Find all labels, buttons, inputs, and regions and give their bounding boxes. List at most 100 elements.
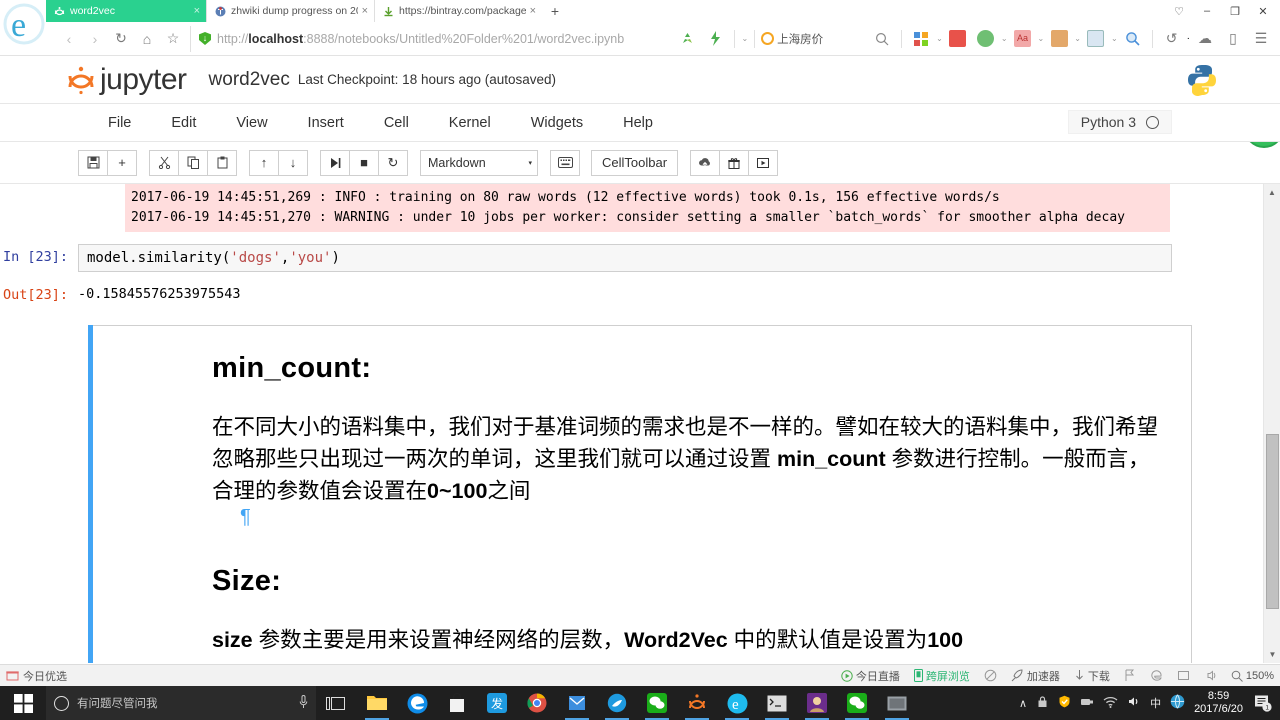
- status-mute-button[interactable]: [984, 669, 997, 682]
- notification-center-button[interactable]: 1: [1252, 692, 1274, 714]
- scrollbar-thumb[interactable]: [1266, 434, 1279, 609]
- gift-button[interactable]: [719, 149, 750, 176]
- home-icon[interactable]: ⌂: [134, 26, 160, 52]
- zoom-magnifier-icon[interactable]: [1120, 26, 1146, 52]
- search-icon[interactable]: [869, 26, 895, 52]
- menu-icon[interactable]: ☰: [1248, 26, 1274, 52]
- vertical-scrollbar[interactable]: ▲ ▼: [1263, 184, 1280, 663]
- menu-kernel[interactable]: Kernel: [429, 115, 511, 131]
- cell-type-select[interactable]: Markdown ▾: [420, 149, 538, 176]
- paste-cell-button[interactable]: [207, 149, 237, 176]
- taskbar-clock[interactable]: 8:59 2017/6/20: [1194, 690, 1243, 716]
- terminal-icon[interactable]: [758, 686, 796, 720]
- tray-chevron-icon[interactable]: ∧: [1019, 697, 1027, 710]
- interrupt-kernel-button[interactable]: ■: [349, 149, 379, 176]
- apps-grid-icon[interactable]: [908, 26, 934, 52]
- ime-indicator[interactable]: 中: [1150, 695, 1161, 711]
- jupyter-icon[interactable]: [678, 686, 716, 720]
- start-button[interactable]: [0, 686, 46, 720]
- chevron-down-icon[interactable]: ⌄: [1074, 34, 1081, 43]
- back-button[interactable]: ‹: [56, 26, 82, 52]
- foxmail-icon[interactable]: [558, 686, 596, 720]
- command-palette-button[interactable]: [550, 149, 580, 176]
- chevron-down-icon[interactable]: ⌄: [1001, 34, 1008, 43]
- notebook-name[interactable]: word2vec: [209, 69, 290, 91]
- cloud-icon[interactable]: ☁: [1192, 26, 1218, 52]
- minimize-button[interactable]: –: [1194, 1, 1220, 21]
- cortana-search-box[interactable]: 有问题尽管问我: [46, 686, 316, 720]
- status-edge-button[interactable]: [1150, 669, 1163, 682]
- menu-edit[interactable]: Edit: [151, 115, 216, 131]
- menu-file[interactable]: File: [88, 115, 151, 131]
- status-sound-button[interactable]: [1204, 669, 1217, 682]
- screenshot-icon[interactable]: [1046, 26, 1072, 52]
- copy-cell-button[interactable]: [178, 149, 208, 176]
- flash-icon[interactable]: [702, 26, 728, 52]
- cut-cell-button[interactable]: [149, 149, 179, 176]
- chevron-down-icon[interactable]: ⌄: [936, 34, 943, 43]
- chevron-down-icon[interactable]: ⌄: [1111, 34, 1118, 43]
- mobile-icon[interactable]: ▯: [1220, 26, 1246, 52]
- close-icon[interactable]: ×: [530, 5, 536, 17]
- file-explorer-icon[interactable]: [358, 686, 396, 720]
- pill-icon[interactable]: [973, 26, 999, 52]
- browser-icon[interactable]: [598, 686, 636, 720]
- globe-icon[interactable]: [1170, 694, 1185, 712]
- editor-icon[interactable]: [878, 686, 916, 720]
- wechat-icon[interactable]: [638, 686, 676, 720]
- lock-icon[interactable]: [1036, 695, 1049, 711]
- move-cell-up-button[interactable]: ↑: [249, 149, 279, 176]
- status-promo[interactable]: 今日优选: [6, 668, 67, 684]
- play-video-button[interactable]: [748, 149, 779, 176]
- status-accelerator-button[interactable]: 加速器: [1011, 668, 1060, 684]
- anchor-pilcrow-icon[interactable]: ¶: [240, 507, 1171, 527]
- reload-icon[interactable]: ↻: [108, 26, 134, 52]
- markdown-cell-selected[interactable]: min_count: 在不同大小的语料集中，我们对于基准词频的需求也是不一样的。…: [88, 325, 1192, 663]
- close-icon[interactable]: ×: [194, 5, 200, 17]
- maximize-button[interactable]: ❐: [1222, 1, 1248, 21]
- task-view-button[interactable]: [316, 686, 354, 720]
- restart-kernel-button[interactable]: ↻: [378, 149, 408, 176]
- ie-icon[interactable]: e: [718, 686, 756, 720]
- status-live-button[interactable]: 今日直播: [841, 668, 900, 684]
- code-editor[interactable]: model.similarity('dogs','you'): [78, 244, 1172, 272]
- status-flag-button[interactable]: [1124, 669, 1136, 682]
- browser-tab-0[interactable]: word2vec ×: [46, 0, 206, 22]
- menu-cell[interactable]: Cell: [364, 115, 429, 131]
- publish-button[interactable]: [690, 149, 721, 176]
- edge-browser-icon[interactable]: [398, 686, 436, 720]
- volume-icon[interactable]: [1127, 695, 1141, 711]
- microphone-icon[interactable]: [299, 694, 308, 712]
- code-cell[interactable]: In [23]: model.similarity('dogs','you'): [0, 244, 1280, 272]
- windows-store-icon[interactable]: [438, 686, 476, 720]
- status-zoom-level[interactable]: 150%: [1231, 670, 1274, 682]
- status-crossscreen-button[interactable]: 跨屏浏览: [913, 668, 970, 684]
- wifi-icon[interactable]: [1103, 696, 1118, 711]
- shield-icon[interactable]: [1058, 695, 1071, 711]
- forward-button[interactable]: ›: [82, 26, 108, 52]
- red-book-icon[interactable]: [945, 26, 971, 52]
- favorite-star-icon[interactable]: ☆: [160, 26, 186, 52]
- chevron-down-icon[interactable]: ⌄: [741, 34, 748, 43]
- chrome-icon[interactable]: [518, 686, 556, 720]
- browser-tab-1[interactable]: zhwiki dump progress on 201 ×: [206, 0, 374, 22]
- address-bar[interactable]: http://localhost:8888/notebooks/Untitled…: [190, 25, 670, 52]
- chevron-down-icon[interactable]: ⌄: [1038, 34, 1045, 43]
- run-cell-button[interactable]: [320, 149, 350, 176]
- insert-cell-below-button[interactable]: +: [107, 149, 137, 176]
- close-icon[interactable]: ×: [362, 5, 368, 17]
- jupyter-logo[interactable]: jupyter: [66, 63, 187, 97]
- menu-help[interactable]: Help: [603, 115, 673, 131]
- status-download-button[interactable]: 下载: [1074, 668, 1110, 684]
- translate-icon[interactable]: Aa: [1010, 26, 1036, 52]
- celltoolbar-button[interactable]: CellToolbar: [591, 149, 679, 176]
- menu-widgets[interactable]: Widgets: [511, 115, 603, 131]
- browser-tab-2[interactable]: https://bintray.com/package/ ×: [374, 0, 542, 22]
- scroll-up-arrow-icon[interactable]: ▲: [1264, 184, 1280, 201]
- search-engine-shortcut[interactable]: 上海房价: [761, 31, 823, 47]
- game-icon[interactable]: [1083, 26, 1109, 52]
- close-window-button[interactable]: ✕: [1250, 1, 1276, 21]
- status-window-button[interactable]: [1177, 669, 1190, 682]
- scroll-down-arrow-icon[interactable]: ▼: [1264, 646, 1280, 663]
- wechat-dev-icon[interactable]: 发: [478, 686, 516, 720]
